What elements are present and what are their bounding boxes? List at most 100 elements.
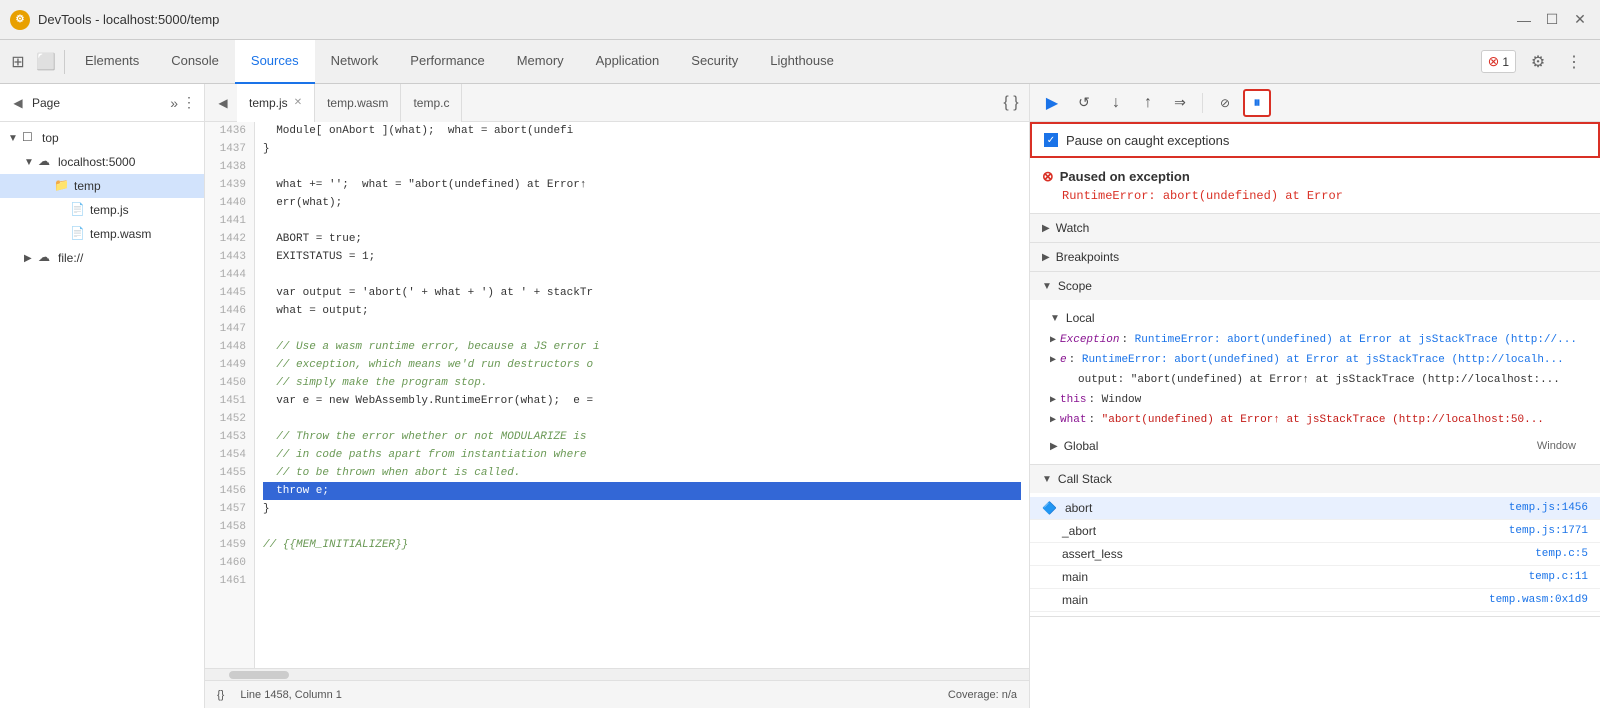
step-button[interactable]: ⇒ — [1166, 89, 1194, 117]
local-scope-header[interactable]: ▼ Local — [1030, 304, 1600, 332]
pause-exceptions-button[interactable]: ⏸ — [1243, 89, 1271, 117]
tab-elements[interactable]: Elements — [69, 40, 155, 84]
tree-item-temp[interactable]: 📁 temp — [0, 174, 204, 198]
code-line-1457: } — [263, 500, 1021, 518]
tree-label-top: top — [42, 131, 59, 145]
editor-tab-tempjs[interactable]: temp.js ✕ — [237, 84, 315, 122]
tab-network[interactable]: Network — [315, 40, 395, 84]
code-line-1439: what += ''; what = "abort(undefined) at … — [263, 176, 1021, 194]
error-icon: ⊗ — [1488, 53, 1500, 70]
global-scope-header[interactable]: ▶ Global Window — [1030, 432, 1600, 460]
line-number-1449: 1449 — [205, 356, 254, 374]
editor-tab-tempc[interactable]: temp.c — [401, 84, 462, 122]
error-badge[interactable]: ⊗ 1 — [1481, 50, 1516, 73]
scope-arrow-this[interactable]: ▶ — [1050, 394, 1056, 406]
scope-val-what: "abort(undefined) at Error↑ at jsStackTr… — [1102, 414, 1544, 426]
editor-tab-tempwasm[interactable]: temp.wasm — [315, 84, 401, 122]
minimize-button[interactable]: — — [1514, 10, 1534, 30]
tree-item-tempjs[interactable]: 📄 temp.js — [0, 198, 204, 222]
line-number-1446: 1446 — [205, 302, 254, 320]
tree-arrow-file: ▶ — [24, 253, 38, 264]
tree-item-top[interactable]: ▼ ☐ top — [0, 126, 204, 150]
code-scroll[interactable]: 1436143714381439144014411442144314441445… — [205, 122, 1029, 668]
watch-arrow-icon: ▶ — [1042, 223, 1050, 234]
scope-item-what[interactable]: ▶ what : "abort(undefined) at Error↑ at … — [1030, 412, 1600, 432]
editor-nav-back-icon[interactable]: ◀ — [209, 89, 237, 117]
step-over-button[interactable]: ↺ — [1070, 89, 1098, 117]
pause-exceptions-checkbox[interactable]: ✓ — [1044, 133, 1058, 147]
stack-location-main2: temp.wasm:0x1d9 — [1489, 594, 1588, 606]
call-stack-item-main2[interactable]: main temp.wasm:0x1d9 — [1030, 589, 1600, 612]
file-icon-tempwasm: 📄 — [70, 226, 86, 242]
tree-item-file[interactable]: ▶ ☁ file:// — [0, 246, 204, 270]
call-stack-item-abort[interactable]: 🔷 abort temp.js:1456 — [1030, 497, 1600, 520]
call-stack-item-main1[interactable]: main temp.c:11 — [1030, 566, 1600, 589]
scope-label: Scope — [1058, 279, 1092, 293]
tab-console[interactable]: Console — [155, 40, 235, 84]
pretty-print-button[interactable]: { } — [997, 89, 1025, 117]
scope-item-exception[interactable]: ▶ Exception : RuntimeError: abort(undefi… — [1030, 332, 1600, 352]
scope-arrow-e[interactable]: ▶ — [1050, 354, 1056, 366]
devtools-menu-icon[interactable]: ⊞ — [4, 48, 32, 76]
call-stack-content: 🔷 abort temp.js:1456 _abort temp.js:1771… — [1030, 493, 1600, 616]
call-stack-item-assert_less[interactable]: assert_less temp.c:5 — [1030, 543, 1600, 566]
pause-exceptions-label: Pause on caught exceptions — [1066, 133, 1229, 148]
breakpoints-arrow-icon: ▶ — [1042, 252, 1050, 263]
code-lines[interactable]: Module[ onAbort ](what); what = abort(un… — [255, 122, 1029, 668]
scope-key-what: what — [1060, 414, 1086, 426]
tab-application[interactable]: Application — [580, 40, 676, 84]
blackbox-button[interactable]: ⊘ — [1211, 89, 1239, 117]
call-stack-header[interactable]: ▼ Call Stack — [1030, 465, 1600, 493]
scope-arrow-exception[interactable]: ▶ — [1050, 334, 1056, 346]
main-tab-bar: ⊞ ⬜ Elements Console Sources Network Per… — [0, 40, 1600, 84]
scope-item-this[interactable]: ▶ this : Window — [1030, 392, 1600, 412]
close-button[interactable]: ✕ — [1570, 10, 1590, 30]
tree-item-tempwasm[interactable]: 📄 temp.wasm — [0, 222, 204, 246]
call-stack-item-_abort[interactable]: _abort temp.js:1771 — [1030, 520, 1600, 543]
editor-tabs: ◀ temp.js ✕ temp.wasm temp.c { } — [205, 84, 1029, 122]
stack-location-assert_less: temp.c:5 — [1535, 548, 1588, 560]
scope-colon-e: : — [1069, 354, 1082, 366]
more-button[interactable]: ⋮ — [1560, 48, 1588, 76]
tree-item-localhost[interactable]: ▼ ☁ localhost:5000 — [0, 150, 204, 174]
sidebar-more-icon[interactable]: ⋮ — [182, 94, 196, 111]
scroll-thumb[interactable] — [229, 671, 289, 679]
tab-memory[interactable]: Memory — [501, 40, 580, 84]
tab-lighthouse[interactable]: Lighthouse — [754, 40, 850, 84]
file-icon-tempjs: 📄 — [70, 202, 86, 218]
settings-button[interactable]: ⚙ — [1524, 48, 1552, 76]
sidebar-nav-icons: » ⋮ — [170, 94, 196, 111]
scope-arrow-what[interactable]: ▶ — [1050, 414, 1056, 426]
code-line-1456: throw e; — [263, 482, 1021, 500]
line-number-1457: 1457 — [205, 500, 254, 518]
tree-arrow-top: ▼ — [8, 133, 22, 144]
code-line-1440: err(what); — [263, 194, 1021, 212]
line-number-1460: 1460 — [205, 554, 254, 572]
global-scope-arrow-icon: ▶ — [1050, 441, 1058, 452]
horizontal-scrollbar[interactable] — [205, 668, 1029, 680]
code-line-1458 — [263, 518, 1021, 536]
maximize-button[interactable]: ☐ — [1542, 10, 1562, 30]
tab-performance[interactable]: Performance — [394, 40, 500, 84]
breakpoints-section-header[interactable]: ▶ Breakpoints — [1030, 243, 1600, 271]
scope-item-e[interactable]: ▶ e : RuntimeError: abort(undefined) at … — [1030, 352, 1600, 372]
tab-security[interactable]: Security — [675, 40, 754, 84]
step-into-button[interactable]: ↓ — [1102, 89, 1130, 117]
main-area: ◀ Page » ⋮ ▼ ☐ top ▼ ☁ localhost:5000 — [0, 84, 1600, 708]
right-panel-scrollable[interactable]: ⊗ Paused on exception RuntimeError: abor… — [1030, 158, 1600, 708]
pretty-print-icon[interactable]: {} — [217, 689, 224, 701]
scope-section-header[interactable]: ▼ Scope — [1030, 272, 1600, 300]
editor-tab-label-tempwasm: temp.wasm — [327, 96, 388, 110]
sidebar-back-icon[interactable]: ◀ — [8, 93, 28, 113]
step-out-button[interactable]: ↑ — [1134, 89, 1162, 117]
dock-icon[interactable]: ⬜ — [32, 48, 60, 76]
line-numbers: 1436143714381439144014411442144314441445… — [205, 122, 255, 668]
stack-arrow-abort: 🔷 — [1042, 501, 1057, 515]
editor-tab-close-tempjs[interactable]: ✕ — [294, 97, 302, 108]
watch-section-header[interactable]: ▶ Watch — [1030, 214, 1600, 242]
sidebar-chevron-icon[interactable]: » — [170, 95, 178, 111]
file-tree: ▼ ☐ top ▼ ☁ localhost:5000 📁 temp 📄 temp… — [0, 122, 204, 708]
sidebar: ◀ Page » ⋮ ▼ ☐ top ▼ ☁ localhost:5000 — [0, 84, 205, 708]
tab-sources[interactable]: Sources — [235, 40, 315, 84]
resume-button[interactable]: ▶ — [1038, 89, 1066, 117]
